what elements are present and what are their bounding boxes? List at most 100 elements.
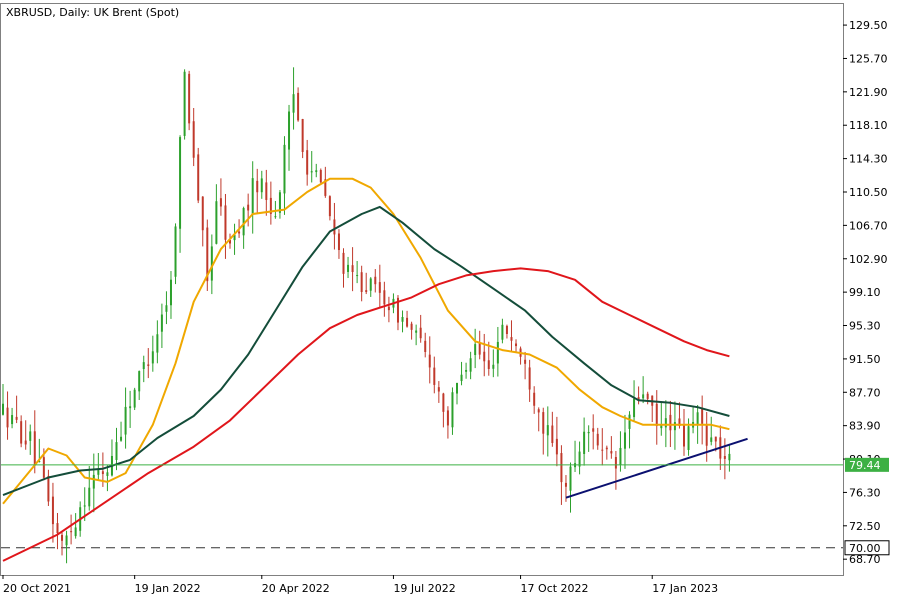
candle-body <box>215 201 218 244</box>
y-tick-label: 76.30 <box>849 486 881 499</box>
candle-body <box>633 398 636 418</box>
candle-body <box>47 475 50 502</box>
chart: 129.50 125.70 121.90 118.10 114.30 110.50 106.… <box>0 0 900 600</box>
chart-svg: 129.50 125.70 121.90 118.10 114.30 110.50 106.… <box>0 3 890 595</box>
candle-body <box>242 208 245 236</box>
y-axis: 129.50 125.70 121.90 118.10 114.30 110.50 106.… <box>843 19 888 566</box>
candle-body <box>101 471 104 475</box>
candle-body <box>365 290 368 292</box>
candle-body <box>138 371 141 392</box>
candle-body <box>315 170 318 173</box>
candle-body <box>723 456 726 459</box>
y-tick-label: 102.90 <box>849 253 888 266</box>
candle-body <box>601 449 604 451</box>
candle-body <box>496 341 499 364</box>
candle-body <box>192 121 195 158</box>
candle-body <box>360 272 363 293</box>
y-tick-label: 118.10 <box>849 119 888 132</box>
candle-body <box>524 359 527 364</box>
candle-body <box>260 178 263 193</box>
candle-body <box>646 393 649 399</box>
candle-body <box>569 466 572 491</box>
candle-body <box>492 364 495 369</box>
x-tick-label: 19 Jan 2022 <box>135 582 201 595</box>
candle-body <box>61 534 64 541</box>
candle-body <box>542 412 545 434</box>
candle-body <box>333 219 336 235</box>
candle-body <box>605 447 608 450</box>
candle-body <box>133 389 136 408</box>
candle-body <box>478 342 481 355</box>
candle-body <box>387 306 390 311</box>
candle-body <box>456 382 458 394</box>
candle-body <box>83 505 86 507</box>
candle-body <box>15 416 18 420</box>
candle-body <box>88 487 91 507</box>
x-tick-label: 17 Oct 2022 <box>521 582 589 595</box>
y-tick-label: 106.70 <box>849 219 888 232</box>
candle-body <box>415 330 418 333</box>
candle-body <box>251 178 254 215</box>
candle-body <box>664 418 667 428</box>
candle-body <box>474 344 477 356</box>
candle-body <box>70 531 73 533</box>
candle-body <box>619 447 622 465</box>
candle-body <box>74 527 77 537</box>
candle-body <box>33 431 36 466</box>
candle-body <box>537 409 540 413</box>
candle-body <box>628 414 631 429</box>
y-tick-label: 125.70 <box>849 52 888 65</box>
candle-body <box>546 425 549 436</box>
candle-body <box>710 437 713 442</box>
candle-body <box>701 408 704 424</box>
candle-body <box>29 431 32 441</box>
candle-body <box>106 472 109 476</box>
candle-body <box>683 424 685 447</box>
candle-body <box>714 436 717 442</box>
candle-body <box>92 474 95 489</box>
candle-body <box>469 358 472 372</box>
x-tick-label: 19 Jul 2022 <box>393 582 455 595</box>
candle-body <box>451 392 454 428</box>
level-tag-label: 70.00 <box>849 542 881 555</box>
candle-body <box>696 412 699 425</box>
y-tick-label: 87.70 <box>849 386 881 399</box>
x-tick-label: 20 Apr 2022 <box>262 582 330 595</box>
candle-body <box>310 171 313 173</box>
candle-body <box>165 305 168 312</box>
candle-body <box>374 276 377 285</box>
candle-body <box>247 204 250 211</box>
candle-body <box>642 394 645 399</box>
candle-body <box>238 231 241 234</box>
candle-body <box>442 393 445 412</box>
candle-body <box>460 374 463 382</box>
candle-body <box>51 496 54 525</box>
candle-body <box>483 351 486 362</box>
candle-body <box>655 403 658 427</box>
candle-body <box>56 523 59 534</box>
candle-body <box>528 367 531 390</box>
candle-body <box>6 407 9 428</box>
candle-body <box>11 415 14 425</box>
candle-body <box>151 351 154 364</box>
y-tick-label: 99.10 <box>849 286 881 299</box>
candle-body <box>433 367 436 385</box>
candle-body <box>515 343 518 347</box>
x-axis: 20 Oct 2021 19 Jan 2022 20 Apr 2022 19 Jul … <box>2 575 718 595</box>
candle-body <box>197 154 200 201</box>
candle-body <box>24 440 27 445</box>
candle-body <box>288 111 291 150</box>
candle-body <box>174 226 177 277</box>
candle-body <box>156 334 159 353</box>
candle-body <box>510 337 513 341</box>
candle-body <box>419 327 422 339</box>
candle-body <box>188 73 191 124</box>
candle-body <box>614 457 617 469</box>
candle-body <box>383 290 386 305</box>
plot-frame <box>0 3 844 576</box>
candle-body <box>115 442 118 460</box>
candle-body <box>301 119 304 152</box>
price-tag-label: 79.44 <box>849 459 881 472</box>
candle-body <box>401 316 404 322</box>
candle-body <box>592 428 595 432</box>
